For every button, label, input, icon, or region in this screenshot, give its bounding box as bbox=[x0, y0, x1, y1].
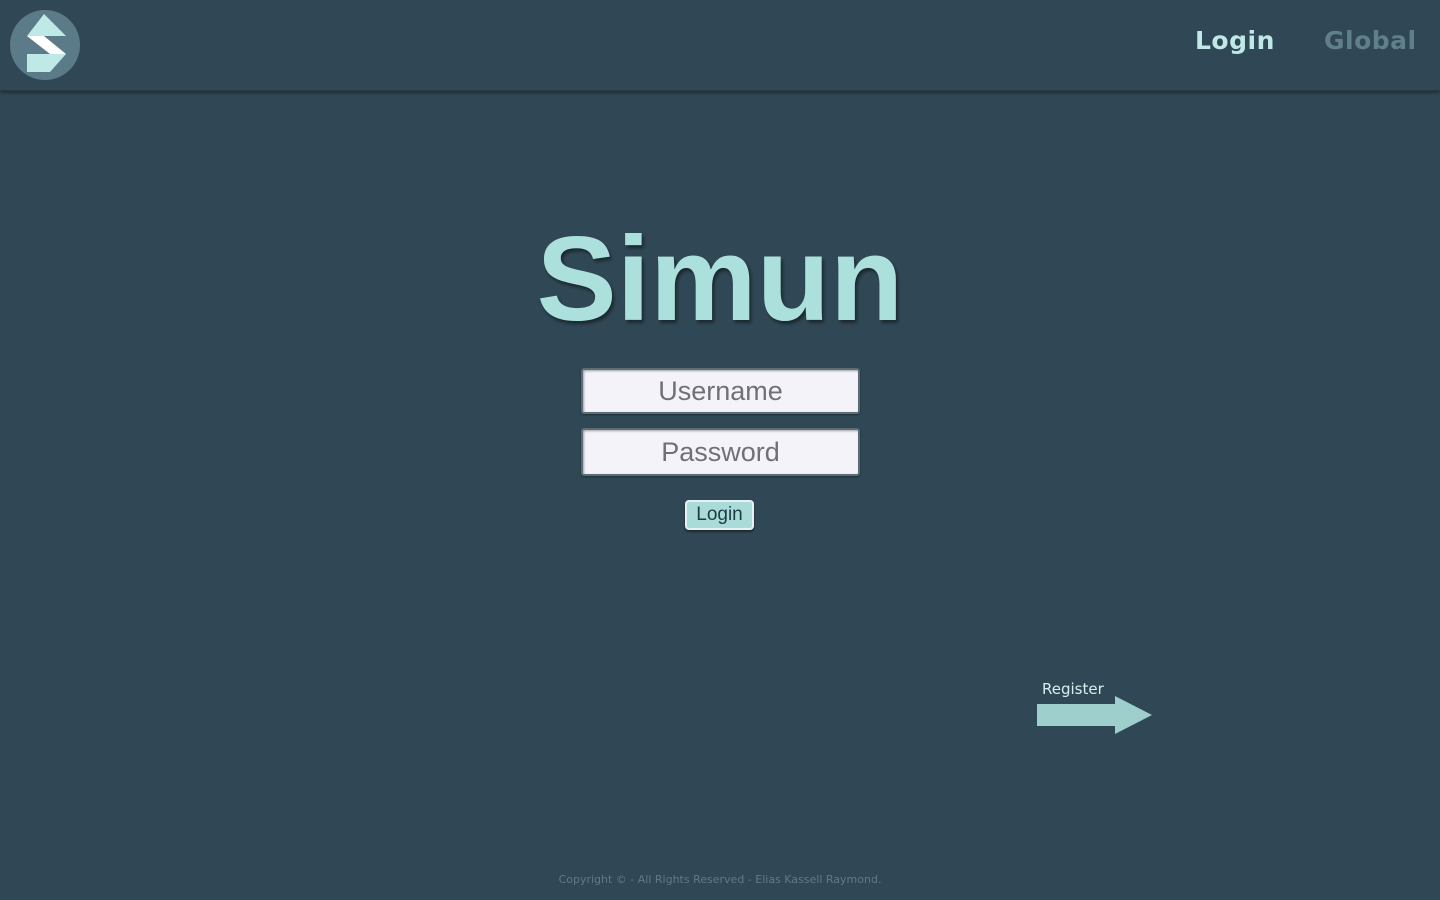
app-title: Simun bbox=[536, 212, 904, 346]
arrow-right-icon bbox=[1037, 696, 1152, 734]
login-button[interactable]: Login bbox=[685, 500, 754, 530]
nav-global-link[interactable]: Global bbox=[1324, 26, 1417, 55]
top-navigation-bar: Login Global bbox=[0, 0, 1440, 91]
simun-logo-icon[interactable] bbox=[10, 10, 80, 80]
register-link[interactable]: Register bbox=[1036, 678, 1156, 738]
copyright-text: Copyright © - All Rights Reserved - Elia… bbox=[558, 873, 882, 886]
nav-login-link[interactable]: Login bbox=[1195, 26, 1275, 55]
password-input[interactable] bbox=[581, 428, 860, 476]
login-page: Login Global Simun Login Register Copyri… bbox=[0, 0, 1440, 900]
username-input[interactable] bbox=[581, 368, 860, 414]
